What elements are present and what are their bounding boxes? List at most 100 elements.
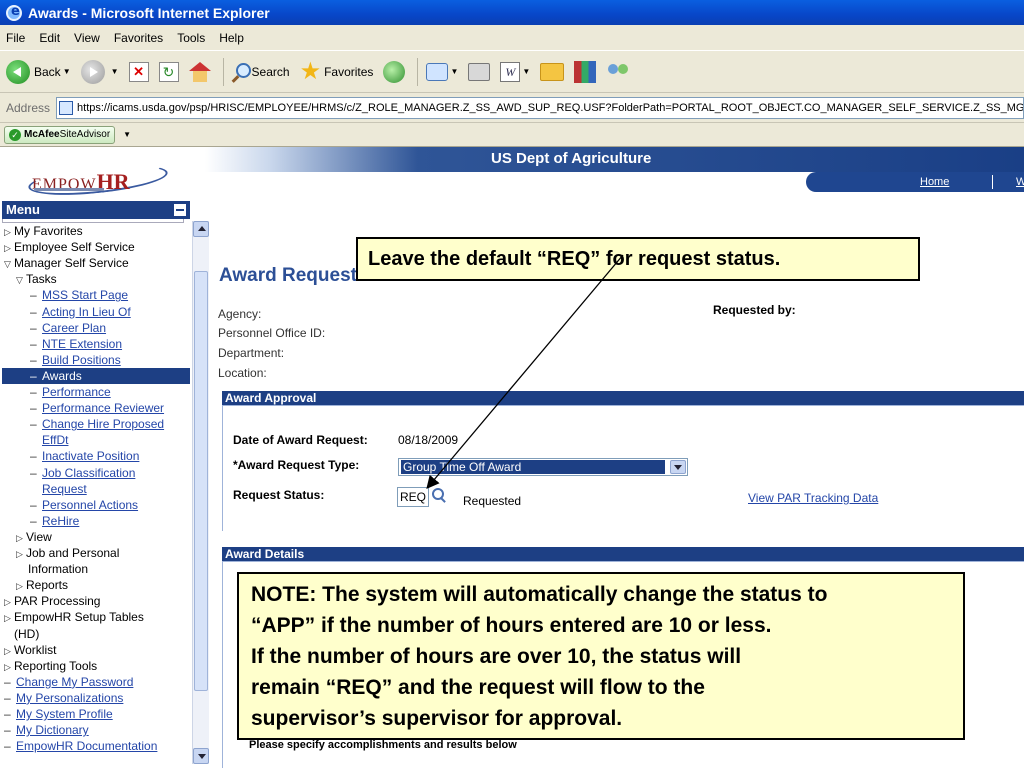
expand-icon[interactable]: ▷ [16, 530, 26, 546]
history-button[interactable] [383, 60, 406, 83]
menu-item-label: My System Profile [16, 707, 113, 721]
menu-item[interactable]: ▷ My Favorites [2, 223, 190, 239]
messenger-button[interactable] [606, 62, 630, 82]
menu-item[interactable]: – Build Positions [2, 352, 190, 368]
forward-arrow-icon [80, 59, 105, 84]
collapse-icon[interactable]: ▽ [16, 272, 26, 288]
expand-icon[interactable]: ▷ [4, 224, 14, 240]
menu-item[interactable]: – ReHire [2, 513, 190, 529]
research-button[interactable] [574, 60, 597, 83]
page-icon [59, 100, 74, 115]
worklist-link[interactable]: W [1016, 176, 1024, 188]
dash-bullet: – [4, 690, 11, 705]
mail-button[interactable]: ▼ [426, 62, 458, 81]
menu-item[interactable]: ▷ PAR Processing [2, 593, 190, 609]
menu-item[interactable]: ▽ Manager Self Service [2, 255, 190, 271]
expand-icon[interactable]: ▷ [16, 578, 26, 594]
menu-item[interactable]: – My Personalizations [2, 690, 190, 706]
menu-item[interactable]: ▷ EmpowHR Setup Tables [2, 609, 190, 625]
location-label: Location: [218, 366, 267, 380]
mail-dropdown-icon[interactable]: ▼ [450, 67, 458, 76]
home-button[interactable] [188, 61, 211, 82]
research-icon [574, 60, 597, 83]
expand-icon[interactable]: ▷ [4, 240, 14, 256]
back-dropdown-icon[interactable]: ▼ [63, 67, 71, 76]
menu-scrollbar[interactable] [192, 221, 209, 764]
menu-item[interactable]: Request [2, 481, 190, 497]
menu-item[interactable]: EffDt [2, 432, 190, 448]
menu-item[interactable]: – Change My Password [2, 674, 190, 690]
menu-list: ▷ My Favorites ▷ Employee Self Service ▽ Mana… [2, 223, 190, 768]
menu-item-label: Manager Self Service [14, 256, 129, 271]
menu-item[interactable]: ▷ Employee Self Service [2, 239, 190, 255]
dash-bullet: – [30, 449, 37, 464]
menu-item[interactable]: ▷ Job and Personal [2, 545, 190, 561]
mcafee-dropdown-icon[interactable]: ▼ [123, 130, 131, 139]
print-button[interactable] [468, 62, 491, 81]
menu-tools[interactable]: Tools [177, 31, 205, 45]
menu-item[interactable]: ▷ Reports [2, 577, 190, 593]
expand-icon[interactable]: ▷ [4, 594, 14, 610]
stop-button[interactable]: ✕ [128, 61, 149, 82]
forward-dropdown-icon[interactable]: ▼ [111, 67, 119, 76]
menu-item[interactable]: – Change Hire Proposed [2, 416, 190, 432]
menu-item[interactable]: – Job Classification [2, 465, 190, 481]
menu-item[interactable]: – Performance [2, 384, 190, 400]
menu-item[interactable]: – Career Plan [2, 320, 190, 336]
header-nav: Home W [806, 172, 1024, 192]
dept-name: US Dept of Agriculture [491, 150, 652, 167]
award-approval-header: Award Approval [222, 391, 1024, 405]
scroll-down-icon[interactable] [193, 748, 209, 764]
search-button[interactable]: Search [232, 62, 290, 82]
expand-icon[interactable]: ▷ [4, 610, 14, 626]
menu-item[interactable]: – EmpowHR Documentation [2, 738, 190, 754]
back-button[interactable]: Back ▼ [6, 59, 71, 84]
menu-item[interactable]: – Personnel Actions [2, 497, 190, 513]
home-link[interactable]: Home [920, 176, 949, 188]
menu-item: (HD) [2, 626, 190, 642]
collapse-menu-icon[interactable] [174, 204, 186, 216]
menu-edit[interactable]: Edit [39, 31, 60, 45]
scroll-thumb[interactable] [194, 271, 208, 691]
scroll-up-icon[interactable] [193, 221, 209, 237]
dash-bullet: – [30, 368, 37, 383]
address-input[interactable]: https://icams.usda.gov/psp/HRISC/EMPLOYE… [56, 96, 1024, 119]
edit-dropdown-icon[interactable]: ▼ [522, 67, 530, 76]
address-url: https://icams.usda.gov/psp/HRISC/EMPLOYE… [77, 101, 1024, 114]
menu-help[interactable]: Help [219, 31, 244, 45]
edit-button[interactable]: W ▼ [500, 61, 530, 82]
menu-item[interactable]: ▷ View [2, 529, 190, 545]
favorites-button[interactable]: ★ Favorites [300, 59, 374, 84]
dash-bullet: – [30, 336, 37, 351]
expand-icon[interactable]: ▷ [4, 659, 14, 675]
menu-file[interactable]: File [6, 31, 25, 45]
expand-icon[interactable]: ▷ [16, 546, 26, 562]
menu-view[interactable]: View [74, 31, 100, 45]
menu-item[interactable]: – Inactivate Position [2, 448, 190, 464]
menu-item[interactable]: – My Dictionary [2, 722, 190, 738]
collapse-icon[interactable]: ▽ [4, 256, 14, 272]
request-status-label: Request Status: [233, 488, 325, 502]
expand-icon[interactable]: ▷ [4, 643, 14, 659]
menu-favorites[interactable]: Favorites [114, 31, 163, 45]
menu-item[interactable]: ▷ Reporting Tools [2, 658, 190, 674]
menu-item[interactable]: – MSS Start Page [2, 287, 190, 303]
menu-item-label: NTE Extension [42, 336, 123, 351]
menu-item-label: Worklist [14, 642, 57, 657]
menu-item-label: Career Plan [42, 320, 107, 335]
menu-item: Information [2, 561, 190, 577]
award-type-label: *Award Request Type: [233, 458, 360, 472]
mcafee-siteadvisor-button[interactable]: ✓ McAfee SiteAdvisor [4, 125, 116, 144]
menu-item[interactable]: – Acting In Lieu Of [2, 304, 190, 320]
dash-bullet: – [30, 465, 37, 480]
menu-item[interactable]: ▽ Tasks [2, 271, 190, 287]
folder-button[interactable] [540, 62, 565, 81]
refresh-button[interactable]: ↻ [158, 61, 179, 82]
menu-item[interactable]: – NTE Extension [2, 336, 190, 352]
forward-button[interactable]: ▼ [80, 59, 119, 84]
ie-logo-icon [6, 4, 22, 21]
menu-item[interactable]: ▷ Worklist [2, 642, 190, 658]
menu-item[interactable]: – Performance Reviewer [2, 400, 190, 416]
menu-item[interactable]: – Awards [2, 367, 190, 384]
menu-item[interactable]: – My System Profile [2, 706, 190, 722]
